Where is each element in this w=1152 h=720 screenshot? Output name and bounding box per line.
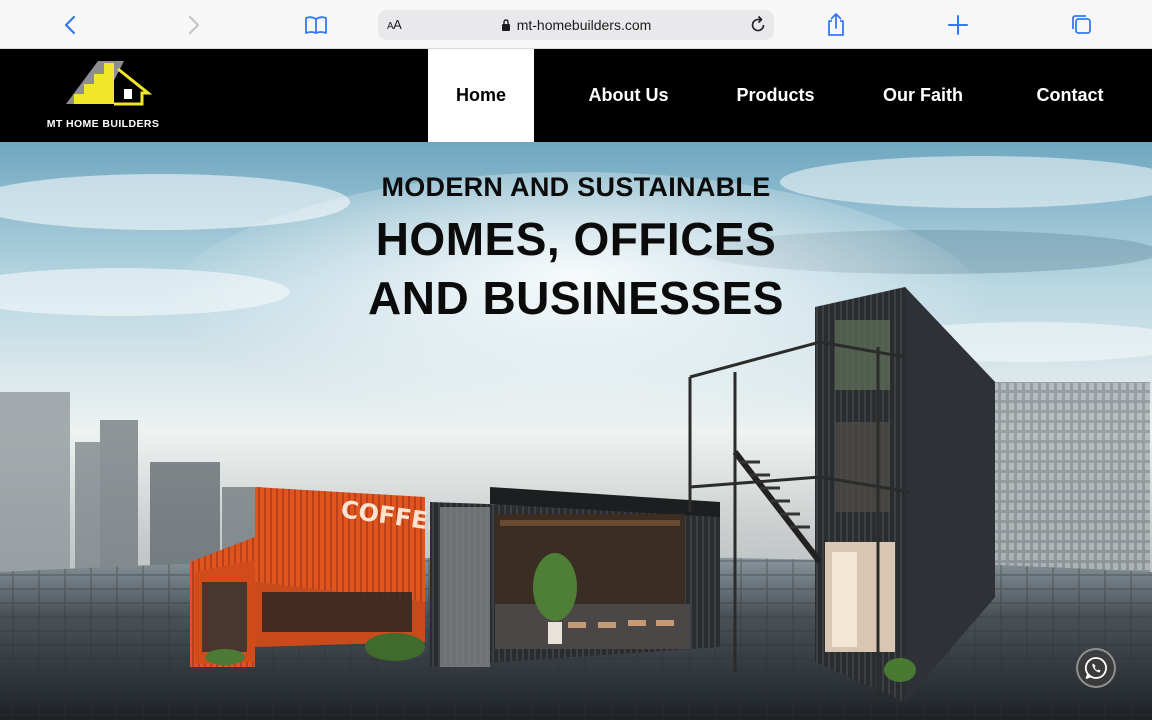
tabs-overview-icon xyxy=(1072,15,1091,34)
forward-button[interactable] xyxy=(178,10,208,40)
back-button[interactable] xyxy=(56,10,86,40)
share-button[interactable] xyxy=(821,10,851,40)
whatsapp-icon xyxy=(1084,657,1107,679)
site-header: MT HOME BUILDERS Home About Us Products … xyxy=(0,49,1152,142)
lock-icon xyxy=(501,19,510,31)
nav-home[interactable]: Home xyxy=(428,49,534,142)
new-tab-plus-icon xyxy=(948,15,968,35)
browser-toolbar: AA mt-homebuilders.com xyxy=(0,0,1152,49)
site-logo[interactable]: MT HOME BUILDERS xyxy=(36,59,170,134)
hero-title-line1: HOMES, OFFICES xyxy=(375,213,777,265)
nav-contact[interactable]: Contact xyxy=(1016,49,1124,142)
dark-container-cafe xyxy=(430,487,720,667)
nav-label: Contact xyxy=(1036,85,1104,105)
nav-label: Products xyxy=(736,85,815,105)
nav-label: About Us xyxy=(588,85,669,105)
nav-products[interactable]: Products xyxy=(718,49,833,142)
nav-our-faith[interactable]: Our Faith xyxy=(866,49,980,142)
forward-chevron-icon xyxy=(188,15,200,35)
nav-label: Home xyxy=(455,85,506,105)
share-icon xyxy=(828,13,844,36)
whatsapp-chat-button[interactable] xyxy=(1076,648,1116,688)
logo-text: MT HOME BUILDERS xyxy=(46,118,160,130)
url-text: mt-homebuilders.com xyxy=(516,17,652,33)
new-tab-button[interactable] xyxy=(943,10,973,40)
hero-subtitle: MODERN AND SUSTAINABLE xyxy=(381,172,771,202)
reload-icon[interactable] xyxy=(748,15,768,35)
back-chevron-icon xyxy=(64,15,76,35)
tabs-overview-button[interactable] xyxy=(1066,10,1096,40)
address-bar[interactable]: AA mt-homebuilders.com xyxy=(378,10,774,40)
hero-section: COFFEE MODERN AND SUSTAINABLE HOMES, OFF… xyxy=(0,142,1152,720)
hero-title-line2: AND BUSINESSES xyxy=(368,272,784,324)
bookmarks-book-icon xyxy=(305,16,327,34)
house-stairs-logo-icon xyxy=(66,61,153,106)
bookmarks-button[interactable] xyxy=(301,10,331,40)
nav-label: Our Faith xyxy=(883,85,963,105)
nav-about-us[interactable]: About Us xyxy=(570,49,687,142)
